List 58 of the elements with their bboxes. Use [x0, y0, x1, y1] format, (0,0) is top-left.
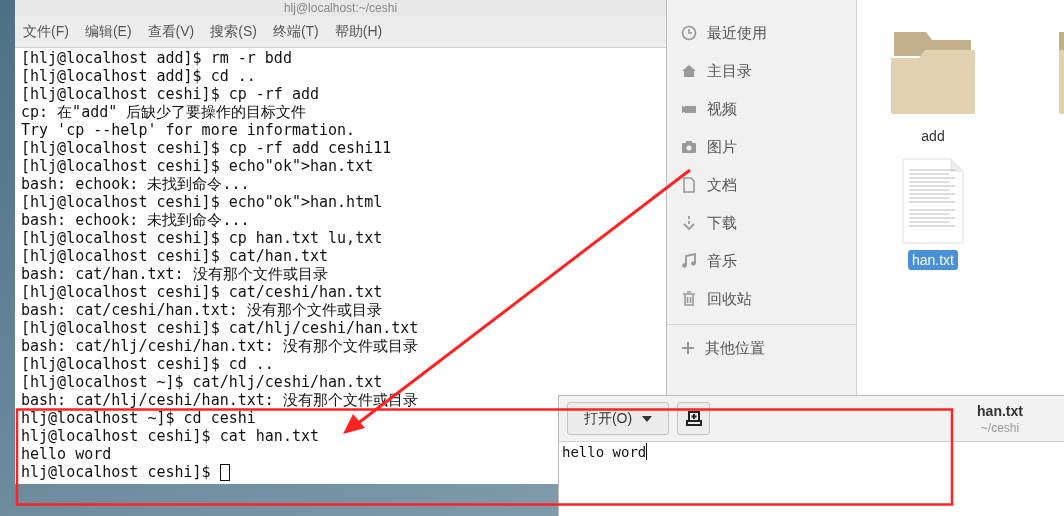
home-icon: [681, 63, 697, 79]
sidebar-item[interactable]: 主目录: [667, 52, 856, 90]
sidebar-item[interactable]: 文档: [667, 166, 856, 204]
terminal-line: bash: cat/hlj/ceshi/han.txt: 没有那个文件或目录: [21, 337, 418, 355]
sidebar-item[interactable]: 回收站: [667, 280, 856, 318]
sidebar-item[interactable]: 音乐: [667, 242, 856, 280]
terminal-line: cp: 在"add" 后缺少了要操作的目标文件: [21, 103, 307, 121]
sidebar-item[interactable]: 最近使用: [667, 14, 856, 52]
terminal-line: Try 'cp --help' for more information.: [21, 121, 356, 139]
terminal-line: bash: cat/han.txt: 没有那个文件或目录: [21, 265, 328, 283]
terminal-line: [hlj@localhost add]$ rm -r bdd: [21, 49, 292, 67]
document-text: hello word: [562, 443, 647, 461]
terminal-line: bash: echook: 未找到命令...: [21, 175, 250, 193]
terminal-line: [hlj@localhost ceshi]$ cd ..: [21, 355, 274, 373]
terminal-line: [hlj@localhost ~]$ cat/hlj/ceshi/han.txt: [21, 373, 383, 391]
menu-item[interactable]: 终端(T): [272, 21, 319, 42]
sidebar-item[interactable]: 其他位置: [667, 337, 856, 359]
music-note-icon: [681, 253, 697, 269]
terminal-line: hlj@localhost ceshi]$: [21, 463, 212, 481]
terminal-cursor: [219, 463, 230, 481]
terminal-line: [hlj@localhost ceshi]$ cat/ceshi/han.txt: [21, 283, 383, 301]
terminal-line: hlj@localhost ~]$ cd ceshi: [21, 409, 256, 427]
terminal-line: bash: cat/ceshi/han.txt: 没有那个文件或目录: [21, 301, 382, 319]
menu-item[interactable]: 文件(F): [23, 21, 69, 42]
trash-icon: [681, 291, 697, 307]
terminal-line: [hlj@localhost ceshi]$ cp han.txt lu,txt: [21, 229, 383, 247]
document-title: han.txt: [977, 401, 1023, 420]
menu-item[interactable]: 编辑(E): [84, 21, 132, 42]
terminal-line: hlj@localhost ceshi]$ cat han.txt: [21, 427, 319, 445]
sidebar-item[interactable]: 图片: [667, 128, 856, 166]
menu-item[interactable]: 搜索(S): [210, 21, 257, 42]
terminal-line: bash: echook: 未找到命令...: [21, 211, 250, 229]
download-icon: [681, 215, 697, 231]
terminal-line: [hlj@localhost ceshi]$ cat/hlj/ceshi/han.txt: [21, 319, 419, 337]
sidebar-item[interactable]: 下载: [667, 204, 856, 242]
clock-icon: [681, 25, 697, 41]
text-file-icon: [902, 158, 964, 244]
text-cursor: [646, 443, 648, 460]
sidebar-item[interactable]: 视频: [667, 90, 856, 128]
plus-icon: [681, 341, 695, 355]
window-title: hlj@localhost:~/ceshi: [283, 1, 398, 15]
document-path: ~/ceshi: [980, 419, 1020, 436]
terminal-line: hello word: [21, 445, 112, 463]
terminal-line: [hlj@localhost add]$ cd ..: [21, 67, 256, 85]
terminal-line: [hlj@localhost ceshi]$ cat/han.txt: [21, 247, 329, 265]
new-tab-icon: [685, 411, 702, 426]
caret-icon: [642, 415, 653, 422]
folder-icon: [1059, 32, 1064, 114]
document-icon: [681, 177, 697, 193]
terminal-line: [hlj@localhost ceshi]$ cp -rf add ceshi11: [21, 139, 392, 157]
terminal-line: [hlj@localhost ceshi]$ cp -rf add: [21, 85, 319, 103]
folder-icon: [891, 30, 975, 114]
terminal-line: [hlj@localhost ceshi]$ echo"ok">han.txt: [21, 157, 374, 175]
menu-item[interactable]: 帮助(H): [334, 21, 383, 42]
menu-item[interactable]: 查看(V): [147, 21, 195, 42]
terminal-line: [hlj@localhost ceshi]$ echo"ok">han.html: [21, 193, 383, 211]
camera-icon: [681, 139, 697, 155]
file-name[interactable]: add: [917, 126, 949, 146]
